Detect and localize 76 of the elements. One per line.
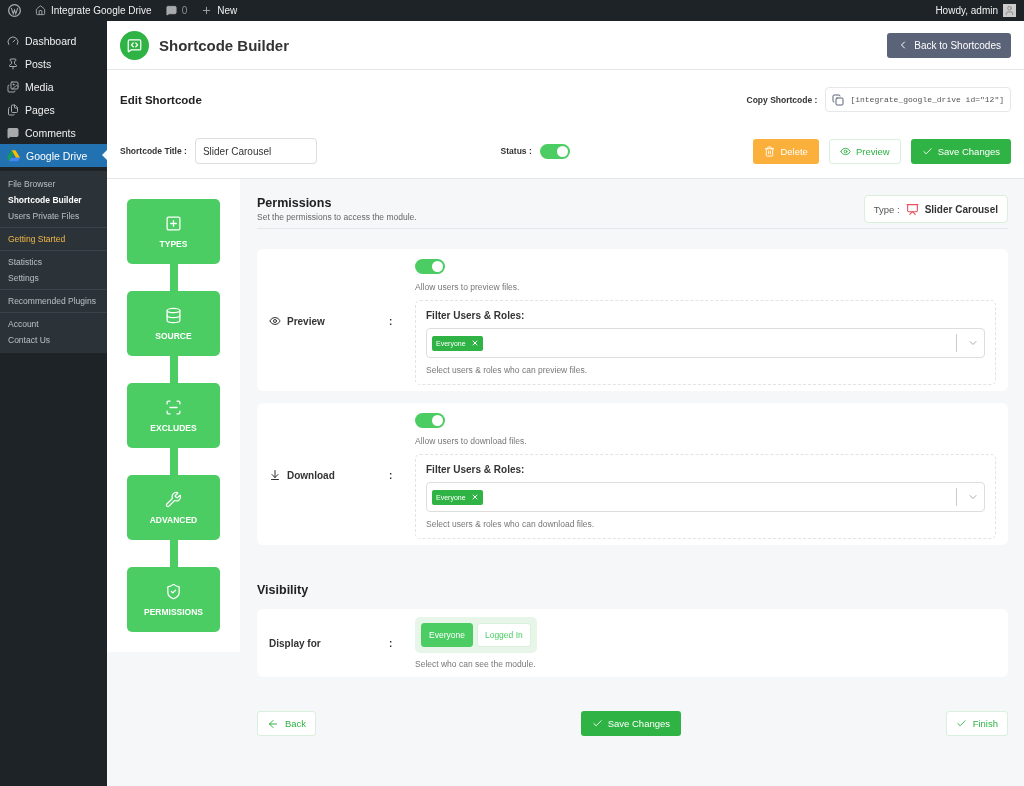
copy-shortcode-label: Copy Shortcode : [746, 94, 818, 105]
pages-icon [7, 103, 19, 116]
filter-label: Filter Users & Roles: [426, 310, 526, 321]
filter-hint: Select users & roles who can download files. [426, 519, 596, 529]
comments-count[interactable]: 0 [181, 5, 188, 16]
check-icon [591, 718, 603, 729]
images-icon [7, 80, 19, 93]
filter-hint: Select users & roles who can preview files. [426, 365, 589, 375]
arrow-left-icon [267, 717, 279, 730]
section-title: Permissions [257, 196, 333, 210]
remove-icon[interactable] [470, 339, 479, 347]
status-label: Status : [500, 146, 532, 156]
visibility-hint: Select who can see the module. [415, 659, 536, 669]
eye-icon [839, 145, 851, 157]
check-icon [955, 718, 967, 729]
sidebar-item[interactable]: Posts [0, 52, 107, 75]
submenu-item[interactable]: Users Private Files [0, 208, 107, 224]
plus-icon [201, 5, 213, 16]
submenu-item[interactable]: Recommended Plugins [0, 293, 107, 309]
submenu-item[interactable]: File Browser [0, 176, 107, 192]
download-icon [269, 469, 281, 481]
shortcode-copy-field[interactable]: [integrate_google_drive id="12"] [825, 87, 1011, 112]
home-icon [35, 5, 46, 16]
wordpress-logo-icon [8, 4, 21, 17]
submenu-item[interactable]: Getting Started [0, 231, 107, 247]
comment-icon [165, 5, 177, 16]
sidebar-item[interactable]: Dashboard [0, 29, 107, 52]
drive-logo-icon [7, 149, 20, 162]
check-icon [921, 145, 933, 157]
visibility-label: Display for [269, 637, 322, 649]
permission-toggle[interactable] [415, 413, 445, 428]
submenu-item[interactable]: Contact Us [0, 332, 107, 348]
filter-label: Filter Users & Roles: [426, 464, 526, 475]
site-link[interactable]: Integrate Google Drive [51, 5, 152, 16]
permission-label: Preview [287, 315, 325, 327]
database-icon [165, 306, 182, 324]
permission-label: Download [287, 469, 335, 481]
section-title: Visibility [257, 583, 310, 597]
new-link[interactable]: New [217, 5, 238, 16]
trash-icon [764, 145, 776, 157]
colon: : [389, 315, 394, 327]
sidebar-item[interactable]: Media [0, 75, 107, 98]
copy-icon [832, 93, 845, 106]
eye-icon [269, 315, 281, 327]
section-subtitle: Set the permissions to access the module. [257, 212, 418, 222]
slideshow-icon [905, 202, 919, 216]
greeting[interactable]: Howdy, admin [935, 5, 998, 16]
submenu-item[interactable]: Account [0, 316, 107, 332]
sidebar-item[interactable]: Google Drive [0, 144, 107, 167]
wrench-icon [165, 490, 182, 508]
sidebar-item[interactable]: Comments [0, 121, 107, 144]
frame-icon [165, 398, 182, 416]
shortcode-logo-icon [120, 30, 149, 60]
sidebar-item[interactable]: Pages [0, 98, 107, 121]
page-title: Shortcode Builder [159, 36, 290, 54]
submenu-item[interactable]: Statistics [0, 254, 107, 270]
back-to-shortcodes-button[interactable]: Back to Shortcodes [887, 32, 1011, 58]
type-indicator: Type : Slider Carousel [863, 195, 1008, 223]
submenu-item[interactable]: Settings [0, 270, 107, 286]
toggle-hint: Allow users to download files. [415, 436, 527, 446]
pin-icon [7, 57, 19, 70]
submenu-item[interactable]: Shortcode Builder [0, 192, 107, 208]
remove-icon[interactable] [470, 493, 479, 501]
status-toggle[interactable] [539, 143, 570, 159]
avatar [1003, 4, 1016, 17]
comment-icon [7, 126, 19, 139]
toggle-hint: Allow users to preview files. [415, 282, 520, 292]
permission-toggle[interactable] [415, 259, 445, 274]
title-input[interactable]: Slider Carousel [194, 138, 317, 164]
shield-check-icon [165, 582, 182, 600]
colon: : [389, 469, 394, 481]
gauge-icon [7, 34, 19, 47]
colon: : [389, 637, 394, 649]
section-heading: Edit Shortcode [120, 93, 203, 106]
title-label: Shortcode Title : [120, 146, 187, 156]
grid-square-icon [165, 214, 182, 232]
